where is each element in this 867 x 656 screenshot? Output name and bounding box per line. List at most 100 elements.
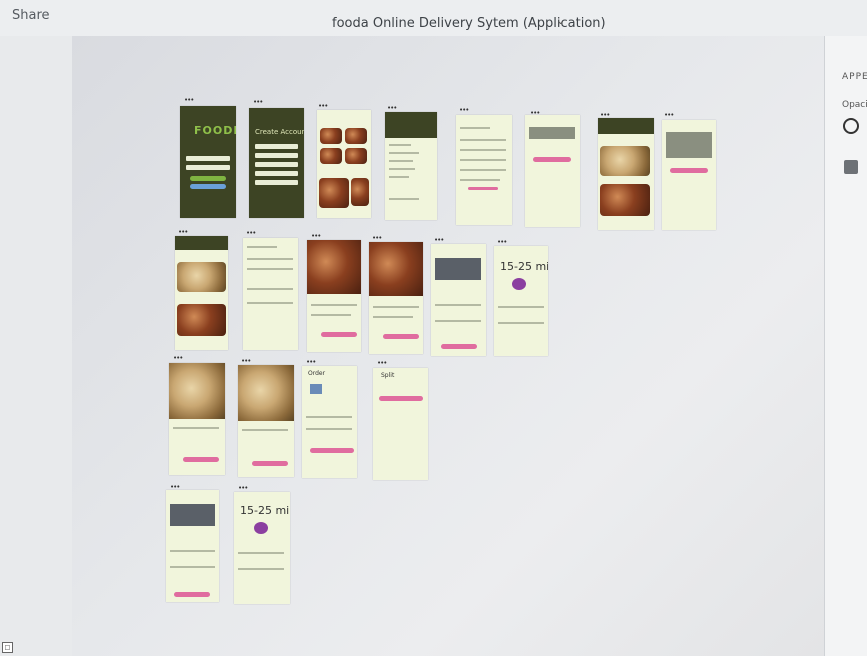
food-image: [177, 262, 226, 292]
input-field: [255, 153, 298, 158]
artboard-side-menu[interactable]: [385, 112, 437, 220]
confirm-button: [310, 448, 354, 453]
action-button: [670, 168, 708, 173]
artboard-menu-icon[interactable]: •••: [664, 112, 674, 119]
opacity-radio[interactable]: [843, 118, 859, 134]
artboard-menu-icon[interactable]: •••: [387, 105, 397, 112]
artboard-eta-2[interactable]: 15-25 mins: [234, 492, 290, 604]
artboard-menu-icon[interactable]: •••: [311, 233, 321, 240]
artboard-checkout[interactable]: [662, 120, 716, 230]
text-line: [173, 427, 219, 429]
artboard-split[interactable]: Split: [373, 368, 428, 480]
text-line: [247, 258, 293, 260]
artboard-filter[interactable]: [243, 238, 298, 350]
artboard-menu-icon[interactable]: •••: [377, 360, 387, 367]
text-line: [238, 568, 284, 570]
left-sidebar: [0, 36, 73, 656]
artboard-product-detail-2[interactable]: [369, 242, 423, 354]
food-image: [169, 363, 225, 419]
image-banner: [170, 504, 215, 526]
add-button: [252, 461, 288, 466]
listing-header: [598, 118, 654, 134]
menu-item: [389, 168, 415, 170]
input-field: [186, 165, 230, 170]
checkout-button: [441, 344, 477, 349]
text-line: [170, 566, 215, 568]
action-button: [533, 157, 571, 162]
artboard-menu-icon[interactable]: •••: [318, 103, 328, 110]
checkout-button: [174, 592, 210, 597]
artboard-delivery[interactable]: [525, 115, 580, 227]
artboard-menu-icon[interactable]: •••: [497, 239, 507, 246]
input-field: [255, 180, 298, 185]
text-line: [460, 139, 506, 141]
menu-item: [389, 176, 409, 178]
artboard-home[interactable]: [317, 110, 371, 218]
menu-item: [389, 160, 413, 162]
status-icon: □: [2, 642, 13, 653]
link-text: [468, 187, 498, 190]
share-button[interactable]: Share: [12, 8, 50, 23]
artboard-cart-2[interactable]: [166, 490, 219, 602]
artboard-menu-icon[interactable]: •••: [238, 485, 248, 492]
artboard-eta[interactable]: 15-25 mins: [494, 246, 548, 356]
food-image: [345, 148, 367, 164]
login-button: [190, 176, 226, 181]
text-line: [460, 179, 500, 181]
input-field: [255, 171, 298, 176]
artboard-menu-icon[interactable]: •••: [178, 229, 188, 236]
artboard-create-account[interactable]: Create Account: [249, 108, 304, 218]
food-image: [320, 128, 342, 144]
artboard-menu-icon[interactable]: •••: [173, 355, 183, 362]
artboard-menu-icon[interactable]: •••: [459, 107, 469, 114]
artboard-menu-icon[interactable]: •••: [246, 230, 256, 237]
menu-item: [389, 198, 419, 200]
input-field: [255, 162, 298, 167]
menu-header: [385, 112, 437, 138]
food-image: [345, 128, 367, 144]
split-button: [379, 396, 423, 401]
add-button: [321, 332, 357, 337]
input-field: [255, 144, 298, 149]
artboard-product-detail-3[interactable]: [169, 363, 225, 475]
text-line: [435, 304, 481, 306]
food-image: [238, 365, 294, 421]
artboard-listing[interactable]: [598, 118, 654, 230]
text-line: [311, 304, 357, 306]
artboard-product-detail-4[interactable]: [238, 365, 294, 477]
fill-swatch[interactable]: [844, 160, 858, 174]
text-line: [460, 169, 506, 171]
text-line: [238, 552, 284, 554]
artboard-product-detail[interactable]: [307, 240, 361, 352]
artboard-splash[interactable]: FOODE: [180, 106, 236, 218]
text-line: [170, 550, 215, 552]
eta-text: 15-25 mins: [500, 260, 548, 273]
artboard-menu-icon[interactable]: •••: [253, 99, 263, 106]
input-field: [186, 156, 230, 161]
artboard-menu-icon[interactable]: •••: [306, 359, 316, 366]
artboard-profile[interactable]: [456, 115, 512, 225]
artboard-cart[interactable]: [431, 244, 486, 356]
artboard-menu-icon[interactable]: •••: [372, 235, 382, 242]
food-image: [600, 184, 650, 216]
image-banner: [435, 258, 481, 280]
opacity-label: Opaci: [842, 100, 867, 110]
category-header: [175, 236, 228, 250]
artboard-category[interactable]: [175, 236, 228, 350]
appearance-section-label: APPE: [842, 72, 867, 82]
text-line: [435, 320, 481, 322]
artboard-menu-icon[interactable]: •••: [241, 358, 251, 365]
text-line: [306, 416, 352, 418]
artboard-menu-icon[interactable]: •••: [184, 97, 194, 104]
food-image: [320, 148, 342, 164]
create-account-title: Create Account: [255, 128, 304, 136]
artboard-menu-icon[interactable]: •••: [434, 237, 444, 244]
food-image: [319, 178, 349, 208]
text-line: [460, 127, 490, 129]
chevron-down-icon[interactable]: ⌄: [556, 14, 570, 28]
food-image: [307, 240, 361, 294]
add-button: [183, 457, 219, 462]
text-line: [460, 149, 506, 151]
text-line: [247, 246, 277, 248]
artboard-order[interactable]: Order: [302, 366, 357, 478]
